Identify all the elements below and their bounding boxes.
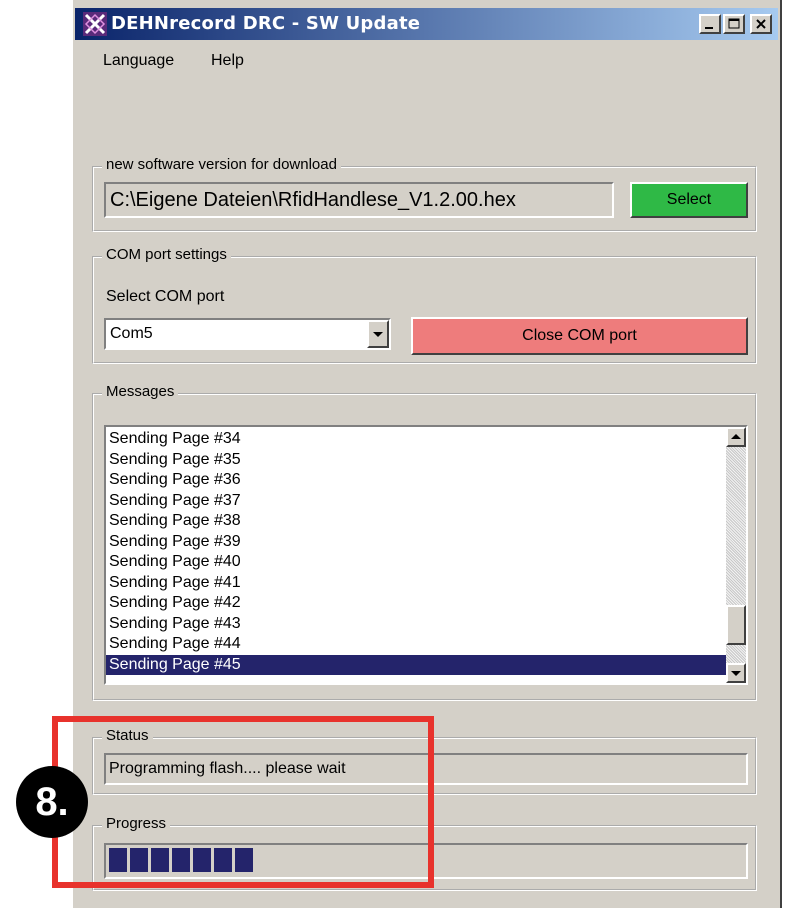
message-item[interactable]: Sending Page #34 — [106, 429, 726, 450]
download-legend: new software version for download — [102, 156, 341, 173]
message-item[interactable]: Sending Page #37 — [106, 491, 726, 512]
window-title: DEHNrecord DRC - SW Update — [111, 13, 421, 34]
message-item[interactable]: Sending Page #36 — [106, 470, 726, 491]
message-item[interactable]: Sending Page #45 — [106, 654, 726, 675]
download-group: new software version for download C:\Eig… — [92, 156, 757, 232]
scroll-thumb[interactable] — [726, 605, 746, 645]
com-port-select[interactable]: Com5 — [104, 318, 391, 350]
app-icon — [83, 12, 107, 36]
chevron-down-icon — [373, 332, 383, 337]
message-item[interactable]: Sending Page #43 — [106, 614, 726, 635]
file-path-field[interactable]: C:\Eigene Dateien\RfidHandlese_V1.2.00.h… — [104, 182, 614, 218]
messages-scrollbar[interactable] — [726, 427, 746, 683]
scroll-up-icon — [731, 434, 741, 439]
select-button[interactable]: Select — [630, 182, 748, 218]
close-icon[interactable] — [750, 14, 772, 34]
messages-list[interactable]: Sending Page #34 Sending Page #35 Sending … — [104, 425, 748, 685]
message-item[interactable]: Sending Page #40 — [106, 552, 726, 573]
close-com-port-button[interactable]: Close COM port — [411, 317, 748, 355]
maximize-icon[interactable] — [723, 14, 745, 34]
message-item[interactable]: Sending Page #42 — [106, 593, 726, 614]
menu-language[interactable]: Language — [103, 52, 174, 70]
com-port-group: COM port settings Select COM port Com5 C… — [92, 246, 757, 364]
select-com-port-label: Select COM port — [106, 288, 225, 305]
messages-legend: Messages — [102, 383, 179, 400]
minimize-icon[interactable] — [699, 14, 721, 34]
file-path-text: C:\Eigene Dateien\RfidHandlese_V1.2.00.h… — [110, 189, 516, 211]
messages-group: Messages Sending Page #34 Sending Page #3… — [92, 383, 757, 701]
com-port-value: Com5 — [110, 325, 153, 342]
scroll-up-button[interactable] — [726, 427, 746, 447]
scroll-down-icon — [731, 671, 741, 676]
message-item[interactable]: Sending Page #44 — [106, 634, 726, 655]
menu-help[interactable]: Help — [211, 52, 244, 70]
com-port-legend: COM port settings — [102, 246, 231, 263]
title-bar[interactable]: DEHNrecord DRC - SW Update — [75, 8, 778, 40]
step-badge: 8. — [16, 766, 88, 838]
scroll-down-button[interactable] — [726, 663, 746, 683]
message-item[interactable]: Sending Page #38 — [106, 511, 726, 532]
menu-bar: Language Help — [75, 44, 778, 78]
annotation-highlight-box — [52, 716, 434, 888]
message-item[interactable]: Sending Page #39 — [106, 532, 726, 553]
message-item[interactable]: Sending Page #41 — [106, 573, 726, 594]
dropdown-button[interactable] — [367, 320, 389, 348]
message-item[interactable]: Sending Page #35 — [106, 450, 726, 471]
